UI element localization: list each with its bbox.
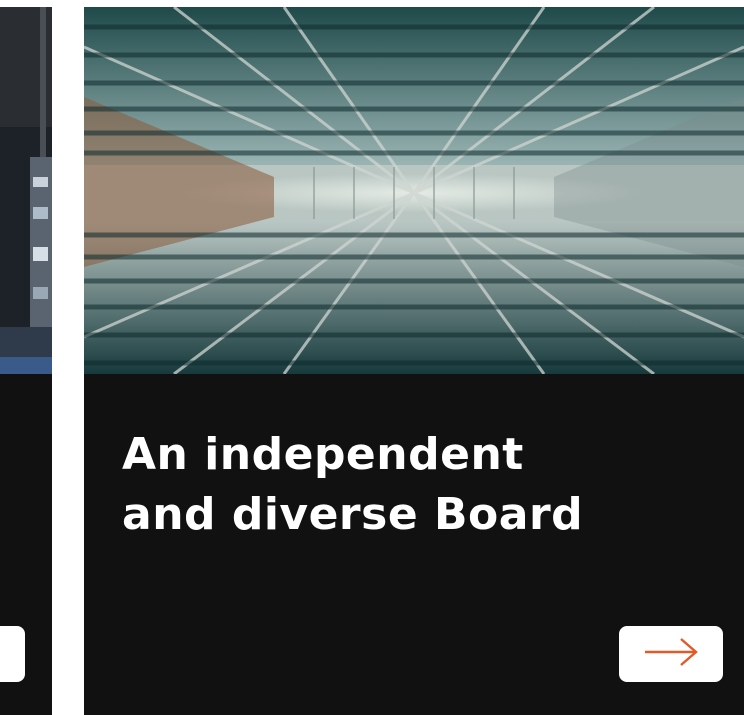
card-title-line-1: An independent: [122, 429, 524, 480]
card-title-line-2: and diverse Board: [122, 489, 584, 540]
card-partial[interactable]: [0, 7, 52, 715]
card-photo-server-room: [0, 7, 52, 374]
read-more-button[interactable]: [619, 626, 723, 682]
card-photo-warehouse: [84, 7, 744, 374]
arrow-right-icon: [643, 637, 699, 671]
card-link-button[interactable]: [0, 626, 25, 682]
card-title: An independent and diverse Board: [122, 425, 682, 545]
card-independent-board[interactable]: An independent and diverse Board: [84, 7, 744, 715]
